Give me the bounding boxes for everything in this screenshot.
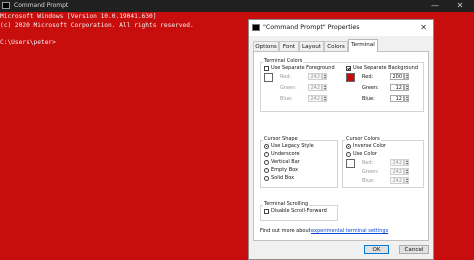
cursor-shape-label: Cursor Shape (263, 136, 299, 142)
bg-green-label: Green: (362, 85, 379, 91)
dialog-close-button[interactable]: ✕ (420, 20, 427, 36)
bg-red-label: Red: (362, 74, 374, 80)
disable-scroll-forward-label: Disable Scroll-Forward (271, 208, 327, 214)
console-app-icon (252, 24, 260, 31)
background-color-swatch (346, 73, 355, 82)
experimental-settings-link[interactable]: experimental terminal settings (311, 228, 388, 234)
properties-dialog: "Command Prompt" Properties ✕ Options Fo… (248, 19, 434, 260)
cursor-vertical-bar-label: Vertical Bar (271, 159, 300, 165)
bg-blue-input[interactable]: 12 (390, 95, 404, 102)
terminal-tab-page: Terminal Colors Use Separate Foreground … (253, 51, 429, 241)
cursor-green-input[interactable]: 242 (390, 168, 404, 175)
cursor-legacy-label: Use Legacy Style (271, 143, 314, 149)
foreground-color-swatch (264, 73, 273, 82)
cursor-solid-box-label: Solid Box (271, 175, 295, 181)
cursor-blue-label: Blue: (362, 178, 375, 184)
cursor-vertical-bar-radio[interactable] (264, 160, 269, 165)
console-app-icon (2, 2, 10, 9)
minimize-button[interactable]: — (428, 0, 442, 12)
cursor-solid-box-radio[interactable] (264, 176, 269, 181)
cursor-underscore-radio[interactable] (264, 152, 269, 157)
terminal-colors-label: Terminal Colors (263, 58, 304, 64)
console-window-title: Command Prompt (14, 2, 69, 9)
cursor-blue-spinner[interactable] (404, 177, 409, 184)
cursor-use-color-radio[interactable] (346, 152, 351, 157)
bg-green-spinner[interactable] (404, 84, 409, 91)
bg-red-spinner[interactable] (404, 73, 409, 80)
dialog-titlebar: "Command Prompt" Properties ✕ (249, 20, 433, 36)
terminal-scrolling-label: Terminal Scrolling (263, 201, 310, 207)
console-line: (c) 2020 Microsoft Corporation. All righ… (0, 21, 194, 29)
console-titlebar: Command Prompt — ✕ (0, 0, 474, 12)
cursor-empty-box-label: Empty Box (271, 167, 299, 173)
cursor-red-input[interactable]: 242 (390, 159, 404, 166)
fg-blue-input[interactable]: 242 (308, 95, 322, 102)
bg-green-input[interactable]: 12 (390, 84, 404, 91)
fg-red-label: Red: (280, 74, 292, 80)
separate-background-label: Use Separate Background (353, 65, 418, 71)
fg-blue-spinner[interactable] (322, 95, 327, 102)
fg-red-spinner[interactable] (322, 73, 327, 80)
close-button[interactable]: ✕ (450, 0, 470, 12)
cancel-button[interactable]: Cancel (399, 245, 429, 254)
cursor-red-spinner[interactable] (404, 159, 409, 166)
bg-blue-label: Blue: (362, 96, 375, 102)
cursor-inverse-color-label: Inverse Color (353, 143, 387, 149)
console-scrollbar[interactable] (462, 12, 474, 260)
ok-button[interactable]: OK (364, 245, 389, 254)
footer-text: Find out more about (260, 228, 311, 234)
fg-green-spinner[interactable] (322, 84, 327, 91)
fg-green-label: Green: (280, 85, 297, 91)
tab-layout[interactable]: Layout (299, 41, 324, 51)
disable-scroll-forward-checkbox[interactable] (264, 209, 269, 214)
separate-foreground-checkbox[interactable] (264, 66, 269, 71)
fg-green-input[interactable]: 242 (308, 84, 322, 91)
console-output[interactable]: Microsoft Windows [Version 10.0.19041.63… (0, 13, 248, 48)
console-prompt-line: C:\Users\peter> (0, 39, 56, 47)
cursor-legacy-radio[interactable] (264, 144, 269, 149)
cursor-colors-label: Cursor Colors (345, 136, 381, 142)
fg-blue-label: Blue: (280, 96, 293, 102)
fg-red-input[interactable]: 242 (308, 73, 322, 80)
bg-red-input[interactable]: 200 (390, 73, 404, 80)
cursor-red-label: Red: (362, 160, 374, 166)
tab-options[interactable]: Options (253, 41, 279, 51)
cursor-green-label: Green: (362, 169, 379, 175)
cursor-color-swatch (346, 159, 355, 168)
dialog-title: "Command Prompt" Properties (263, 24, 360, 31)
separate-background-checkbox[interactable] (346, 66, 351, 71)
tab-terminal[interactable]: Terminal (348, 39, 378, 52)
tab-colors[interactable]: Colors (324, 41, 348, 51)
cursor-inverse-color-radio[interactable] (346, 144, 351, 149)
cursor-empty-box-radio[interactable] (264, 168, 269, 173)
cursor-green-spinner[interactable] (404, 168, 409, 175)
tab-font[interactable]: Font (279, 41, 299, 51)
cursor-use-color-label: Use Color (353, 151, 377, 157)
bg-blue-spinner[interactable] (404, 95, 409, 102)
console-line: Microsoft Windows [Version 10.0.19041.63… (0, 13, 157, 20)
cursor-underscore-label: Underscore (271, 151, 300, 157)
separate-foreground-label: Use Separate Foreground (271, 65, 335, 71)
cursor-blue-input[interactable]: 242 (390, 177, 404, 184)
